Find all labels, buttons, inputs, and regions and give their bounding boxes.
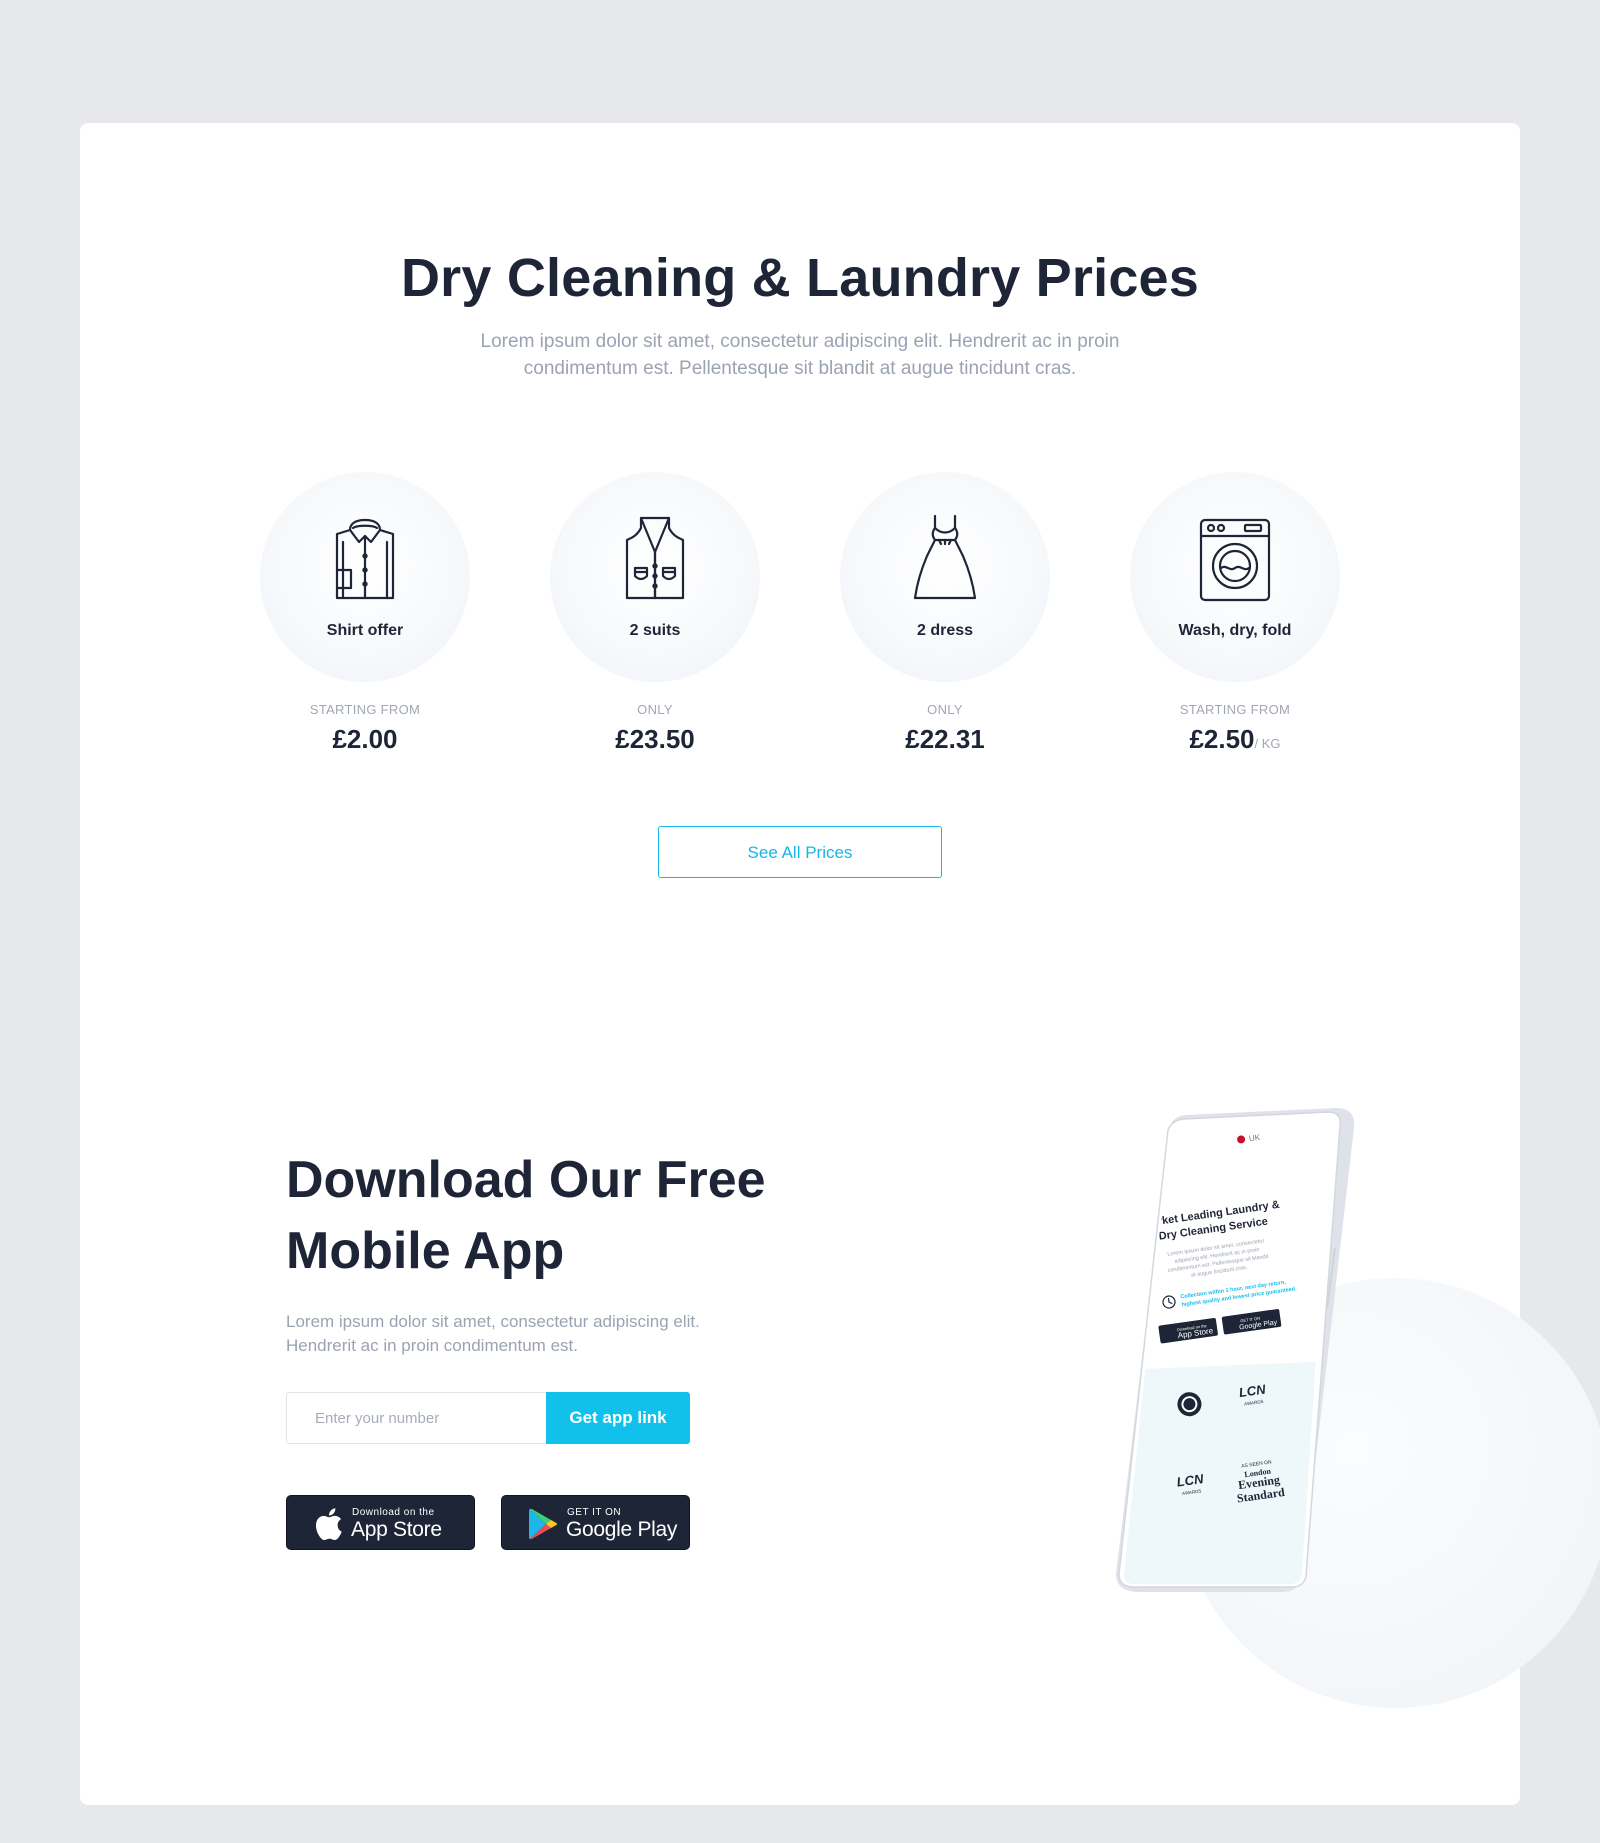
price-item-bubble: 2 suits — [550, 472, 760, 682]
dress-icon — [913, 514, 977, 600]
price-item-price: £2.50/ KG — [1130, 724, 1340, 755]
price-unit: / KG — [1254, 736, 1281, 751]
price-item-caption: ONLY — [637, 702, 673, 717]
price-item-bubble: Wash, dry, fold — [1130, 472, 1340, 682]
apple-icon — [315, 1508, 342, 1540]
app-store-small-label: Download on the — [352, 1507, 435, 1518]
app-store-button[interactable]: Download on the App Store — [286, 1495, 475, 1550]
app-subtitle: Lorem ipsum dolor sit amet, consectetur … — [286, 1312, 700, 1355]
get-app-link-button[interactable]: Get app link — [546, 1392, 690, 1444]
price-value: £22.31 — [905, 724, 985, 754]
phone-mockup: UK Market Leading Laundry & Dry Cleaning… — [1110, 1108, 1360, 1593]
prices-subtitle: Lorem ipsum dolor sit amet, consectetur … — [480, 331, 1120, 379]
shirt-icon — [335, 518, 395, 600]
app-store-big-label: App Store — [351, 1518, 442, 1541]
price-item-bubble: Shirt offer — [260, 472, 470, 682]
price-value: £23.50 — [615, 724, 695, 754]
price-item-label: Shirt offer — [326, 622, 404, 639]
vest-icon — [625, 516, 685, 600]
price-item-caption: STARTING FROM — [309, 702, 421, 717]
price-item-price: £23.50 — [550, 724, 760, 755]
price-item-label: Wash, dry, fold — [1178, 622, 1292, 639]
price-item-label: 2 suits — [629, 622, 681, 639]
price-item-price: £2.00 — [260, 724, 470, 755]
phone-mockup-art: UK Market Leading Laundry & Dry Cleaning… — [1116, 1108, 1355, 1592]
app-title-line1: Download Our Free — [286, 1151, 766, 1209]
google-play-icon — [529, 1508, 558, 1540]
google-play-button[interactable]: GET IT ON Google Play — [501, 1495, 690, 1550]
see-all-prices-button[interactable]: See All Prices — [658, 826, 942, 878]
app-title: Download Our Free Mobile App — [286, 1145, 906, 1287]
price-item-label: 2 dress — [916, 622, 974, 639]
price-value: £2.00 — [332, 724, 398, 754]
washing-machine-icon — [1199, 518, 1271, 602]
phone-region: UK — [1248, 1133, 1261, 1144]
price-item-price: £22.31 — [840, 724, 1050, 755]
price-item-caption: STARTING FROM — [1179, 702, 1291, 717]
google-play-big-label: Google Play — [566, 1518, 678, 1541]
app-title-line2: Mobile App — [286, 1222, 565, 1280]
phone-number-input[interactable] — [286, 1392, 546, 1444]
google-play-small-label: GET IT ON — [567, 1507, 622, 1518]
price-item-caption: ONLY — [927, 702, 963, 717]
prices-title: Dry Cleaning & Laundry Prices — [400, 248, 1200, 308]
price-value: £2.50 — [1189, 724, 1255, 754]
price-item-bubble: 2 dress — [840, 472, 1050, 682]
